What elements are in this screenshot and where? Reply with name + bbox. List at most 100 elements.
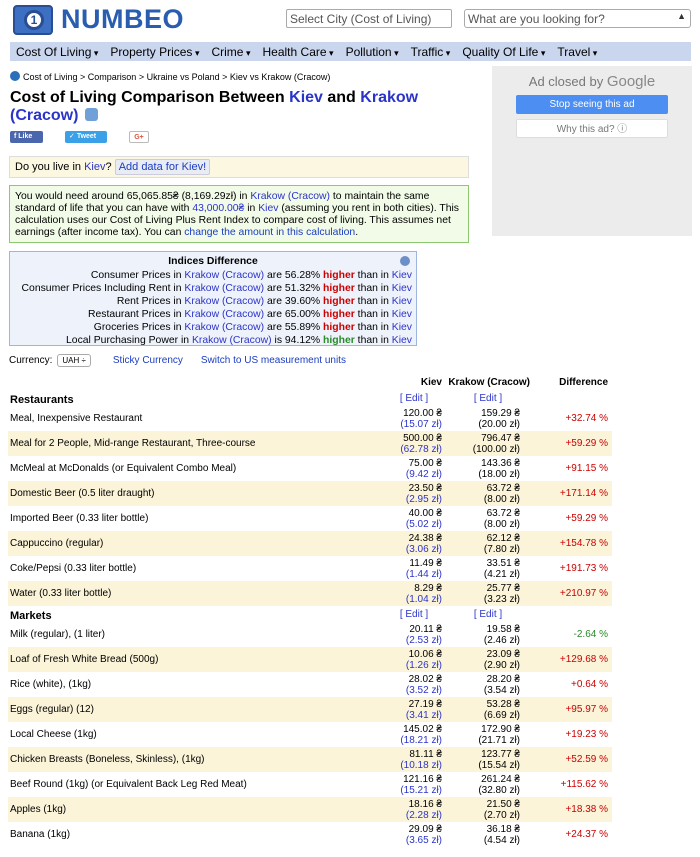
breadcrumb-item[interactable]: Cost of Living	[23, 72, 78, 82]
nav-item-health-care[interactable]: Health Care ▾	[263, 45, 334, 59]
main-nav: Cost Of Living ▾ Property Prices ▾ Crime ▾…	[10, 42, 691, 61]
table-row: Water (0.33 liter bottle) 8.29 ₴ (1.04 zł)…	[8, 581, 612, 606]
currency-bar: Currency: UAH ÷ Sticky Currency Switch t…	[9, 354, 346, 367]
switch-units-link[interactable]: Switch to US measurement units	[201, 355, 346, 366]
item-name: Domestic Beer (0.5 liter draught)	[8, 481, 384, 506]
change-amount-link[interactable]: change the amount in this calculation	[184, 227, 355, 238]
breadcrumb: Cost of Living > Comparison > Ukraine vs…	[10, 71, 330, 82]
logo-icon: 1	[13, 4, 53, 35]
breadcrumb-item[interactable]: Comparison	[88, 72, 137, 82]
sticky-currency-link[interactable]: Sticky Currency	[113, 355, 183, 366]
index-city1-link[interactable]: Kiev	[392, 335, 412, 346]
add-data-button[interactable]: Add data for Kiev!	[114, 159, 211, 175]
price-difference: +24.37 %	[565, 829, 608, 840]
table-row: Banana (1kg) 29.09 ₴ (3.65 zł) 36.18 ₴ (4.54…	[8, 822, 612, 847]
breadcrumb-item[interactable]: Ukraine vs Poland	[147, 72, 220, 82]
city2-price: 172.90 ₴ (21.71 zł)	[478, 723, 520, 746]
currency-select[interactable]: UAH ÷	[57, 354, 91, 367]
table-row: Imported Beer (0.33 liter bottle) 40.00 ₴…	[8, 506, 612, 531]
google-plus-button[interactable]: G+	[129, 131, 149, 143]
site-header: 1 NUMBEO Select City (Cost of Living) Wh…	[0, 0, 700, 40]
why-this-ad-button[interactable]: Why this ad? ⓘ	[516, 119, 668, 138]
summary-amount: 43,000.00₴	[192, 203, 245, 214]
city1-price: 40.00 ₴ (5.02 zł)	[405, 507, 442, 530]
item-name: Coke/Pepsi (0.33 liter bottle)	[10, 563, 137, 574]
price-difference: +59.29 %	[565, 513, 608, 524]
price-difference: +18.38 %	[532, 797, 612, 822]
col-city2: Krakow (Cracow)	[448, 376, 530, 388]
city2-price: 159.29 ₴ (20.00 zł)	[478, 407, 520, 430]
item-name: Imported Beer (0.33 liter bottle)	[10, 513, 149, 524]
item-name: Local Cheese (1kg)	[10, 729, 97, 740]
index-city1-link[interactable]: Kiev	[392, 283, 412, 294]
live-in-prompt: Do you live in Kiev? Add data for Kiev!	[9, 156, 469, 178]
nav-item-property-prices[interactable]: Property Prices ▾	[110, 45, 199, 59]
index-row: Consumer Prices in Krakow (Cracow) are 5…	[90, 270, 412, 281]
facebook-like-button[interactable]: f Like	[10, 131, 43, 143]
price-difference: -2.64 %	[573, 629, 608, 640]
price-difference: +129.68 %	[532, 647, 612, 672]
index-city1-link[interactable]: Kiev	[392, 296, 412, 307]
nav-item-quality-of-life[interactable]: Quality Of Life ▾	[462, 45, 545, 59]
item-name: Milk (regular), (1 liter)	[10, 629, 106, 640]
city2-price: 261.24 ₴ (32.80 zł)	[478, 773, 520, 796]
summary-city1-link[interactable]: Kiev	[258, 203, 278, 214]
item-name: Beef Round (1kg) (or Equivalent Back Leg…	[10, 779, 247, 790]
item-name: Water (0.33 liter bottle)	[8, 581, 384, 606]
table-row: Beef Round (1kg) (or Equivalent Back Leg…	[8, 772, 612, 797]
index-row: Consumer Prices Including Rent in Krakow…	[21, 283, 412, 294]
chevron-down-icon: ▾	[91, 47, 99, 58]
city2-price: 19.58 ₴ (2.46 zł)	[483, 623, 520, 646]
index-city2-link[interactable]: Krakow (Cracow)	[184, 283, 264, 294]
table-header: Kiev Krakow (Cracow) Difference	[8, 374, 612, 390]
item-name: Cappuccino (regular)	[8, 531, 384, 556]
nav-item-cost-of-living[interactable]: Cost Of Living ▾	[16, 45, 98, 59]
site-search-select[interactable]: What are you looking for? ▲	[464, 9, 691, 28]
index-city1-link[interactable]: Kiev	[392, 322, 412, 333]
city2-price: 796.47 ₴ (100.00 zł)	[444, 431, 532, 456]
price-difference: +191.73 %	[559, 563, 608, 574]
numbeo-logo[interactable]: 1 NUMBEO	[13, 4, 184, 35]
nav-item-traffic[interactable]: Traffic ▾	[411, 45, 451, 59]
summary-city2-link[interactable]: Krakow (Cracow)	[250, 191, 330, 202]
edit-city2-link[interactable]: [ Edit ]	[444, 390, 532, 406]
nav-item-pollution[interactable]: Pollution ▾	[346, 45, 399, 59]
stop-seeing-ad-button[interactable]: Stop seeing this ad	[516, 95, 668, 114]
title-city1-link[interactable]: Kiev	[289, 89, 323, 106]
home-icon[interactable]	[10, 71, 20, 81]
index-city2-link[interactable]: Krakow (Cracow)	[184, 309, 264, 320]
index-row: Local Purchasing Power in Krakow (Cracow…	[66, 335, 412, 346]
section-header: Restaurants[ Edit ][ Edit ]	[8, 390, 612, 407]
city1-price: 18.16 ₴ (2.28 zł)	[384, 797, 444, 822]
nav-item-travel[interactable]: Travel ▾	[557, 45, 597, 59]
item-name: Rice (white), (1kg)	[10, 679, 92, 690]
live-city-link[interactable]: Kiev	[84, 161, 105, 173]
index-city2-link[interactable]: Krakow (Cracow)	[184, 296, 264, 307]
info-icon[interactable]	[400, 256, 410, 266]
breadcrumb-item: Kiev vs Krakow (Cracow)	[229, 72, 331, 82]
swap-refresh-icon[interactable]	[84, 108, 98, 121]
logo-text: NUMBEO	[61, 4, 184, 34]
edit-city2-link[interactable]: [ Edit ]	[444, 606, 532, 622]
city2-price: 53.28 ₴ (6.69 zł)	[444, 697, 532, 722]
tweet-button[interactable]: ✓ Tweet	[65, 131, 107, 143]
chevron-down-icon: ▾	[538, 47, 546, 58]
index-city1-link[interactable]: Kiev	[392, 309, 412, 320]
city2-price: 28.20 ₴ (3.54 zł)	[483, 673, 520, 696]
index-city1-link[interactable]: Kiev	[392, 270, 412, 281]
index-city2-link[interactable]: Krakow (Cracow)	[184, 322, 264, 333]
edit-city1-link[interactable]: [ Edit ]	[384, 606, 444, 622]
item-name: Loaf of Fresh White Bread (500g)	[8, 647, 384, 672]
city1-price: 20.11 ₴ (2.53 zł)	[405, 623, 442, 646]
nav-item-crime[interactable]: Crime ▾	[211, 45, 250, 59]
index-city2-link[interactable]: Krakow (Cracow)	[184, 270, 264, 281]
table-row: Cappuccino (regular) 24.38 ₴ (3.06 zł) 62.1…	[8, 531, 612, 556]
ad-closed-text: Ad closed by Google	[528, 73, 656, 90]
city-select-input[interactable]: Select City (Cost of Living)	[286, 9, 452, 28]
index-city2-link[interactable]: Krakow (Cracow)	[192, 335, 272, 346]
city2-price: 63.72 ₴ (8.00 zł)	[483, 507, 520, 530]
updown-arrows-icon: ▲	[677, 11, 686, 21]
price-difference: +91.15 %	[565, 463, 608, 474]
item-name: Meal, Inexpensive Restaurant	[10, 413, 143, 424]
edit-city1-link[interactable]: [ Edit ]	[384, 390, 444, 406]
